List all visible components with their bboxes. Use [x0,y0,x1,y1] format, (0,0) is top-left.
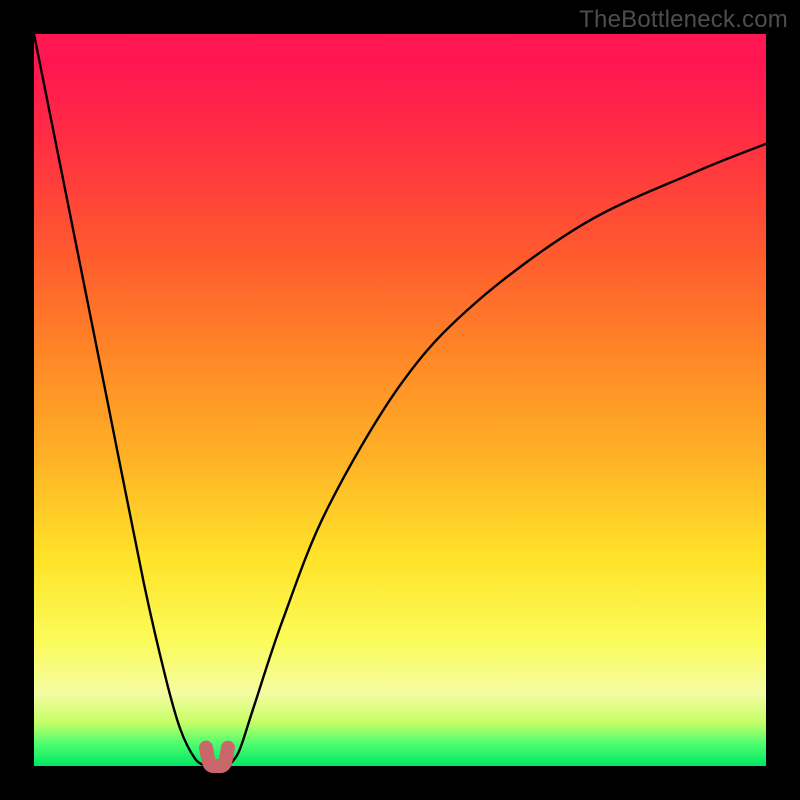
plot-area [34,34,766,766]
chart-frame: TheBottleneck.com [0,0,800,800]
curve-left-branch [34,34,206,766]
curve-right-branch [228,144,766,766]
curve-layer [34,34,766,766]
watermark-text: TheBottleneck.com [579,6,788,34]
valley-marker [206,748,228,766]
